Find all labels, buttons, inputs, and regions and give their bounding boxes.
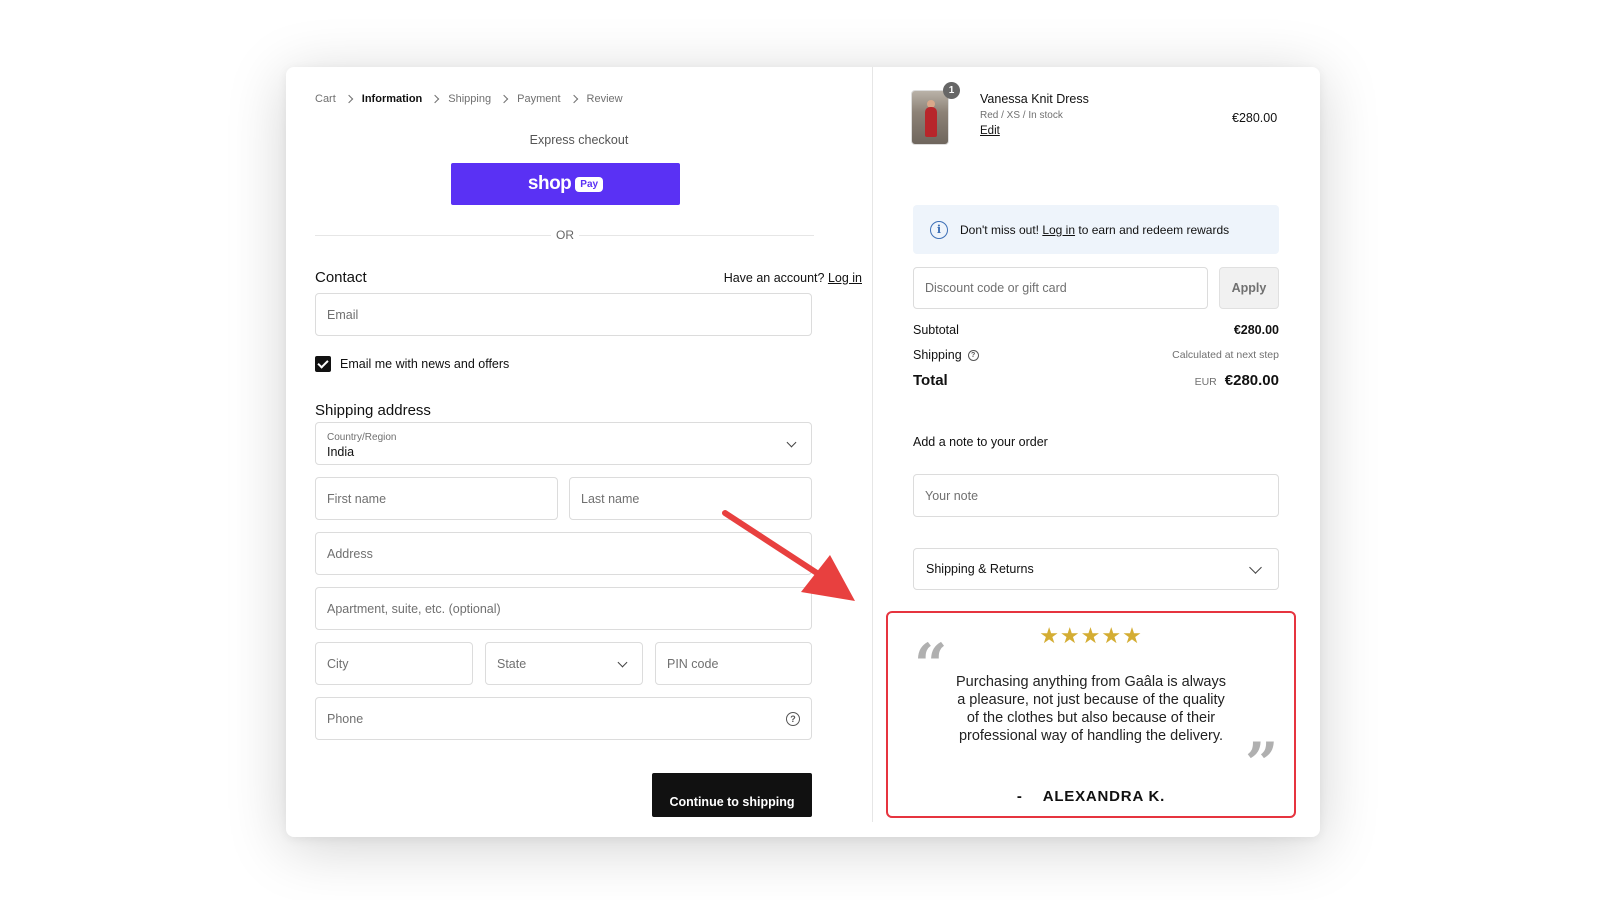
express-checkout-label: Express checkout bbox=[529, 133, 629, 147]
breadcrumb-cart[interactable]: Cart bbox=[315, 93, 336, 105]
chevron-right-icon bbox=[569, 94, 578, 104]
have-account: Have an account? Log in bbox=[724, 271, 862, 285]
email-field[interactable] bbox=[315, 293, 812, 336]
first-name-input[interactable] bbox=[327, 491, 557, 506]
product-name: Vanessa Knit Dress bbox=[980, 92, 1089, 106]
column-divider bbox=[872, 67, 873, 822]
chevron-right-icon bbox=[499, 94, 509, 104]
breadcrumb-information: Information bbox=[361, 93, 423, 105]
shipping-address-heading: Shipping address bbox=[315, 402, 431, 419]
newsletter-checkbox[interactable] bbox=[315, 356, 331, 372]
annotation-arrow-icon bbox=[722, 510, 855, 601]
help-icon[interactable]: ? bbox=[967, 349, 979, 361]
product-thumbnail bbox=[911, 90, 949, 145]
pin-field[interactable] bbox=[655, 642, 812, 685]
pay-pill: Pay bbox=[575, 176, 604, 192]
chevron-right-icon bbox=[431, 94, 440, 104]
city-field[interactable] bbox=[315, 642, 473, 685]
contact-heading: Contact bbox=[315, 269, 367, 286]
have-account-text: Have an account? bbox=[723, 271, 825, 285]
quote-close-icon: ” bbox=[1245, 730, 1279, 798]
rating-stars-icon: ★★★★★ bbox=[1039, 623, 1143, 648]
breadcrumb: Cart Information Shipping Payment Review bbox=[315, 93, 623, 105]
order-note-field[interactable] bbox=[913, 474, 1279, 517]
newsletter-label: Email me with news and offers bbox=[340, 357, 510, 371]
shipping-value: Calculated at next step bbox=[1172, 349, 1279, 361]
country-select[interactable]: Country/Region India bbox=[315, 422, 812, 465]
testimonial-card: ★★★★★ “ Purchasing anything from Gaâla i… bbox=[886, 611, 1296, 818]
info-icon: i bbox=[930, 220, 948, 239]
subtotal-label: Subtotal bbox=[913, 323, 959, 337]
chevron-down-icon bbox=[786, 437, 797, 448]
shipping-label: Shipping bbox=[913, 348, 962, 362]
chevron-right-icon bbox=[344, 94, 354, 104]
order-note-label: Add a note to your order bbox=[913, 435, 1048, 449]
subtotal-value: €280.00 bbox=[1233, 323, 1279, 337]
phone-field[interactable]: ? bbox=[315, 697, 812, 740]
discount-input[interactable] bbox=[925, 281, 1207, 295]
product-edit-link[interactable]: Edit bbox=[980, 125, 1000, 137]
total-row-value: EUR €280.00 bbox=[1195, 372, 1279, 389]
review-author: - ALEXANDRA K. bbox=[888, 788, 1294, 805]
shipping-returns-accordion[interactable]: Shipping & Returns bbox=[913, 548, 1279, 590]
breadcrumb-payment: Payment bbox=[517, 93, 561, 105]
last-name-input[interactable] bbox=[581, 491, 811, 506]
help-icon[interactable]: ? bbox=[786, 712, 800, 726]
order-note-input[interactable] bbox=[925, 488, 1278, 503]
red-dress bbox=[925, 107, 937, 137]
rewards-suffix: to earn and redeem rewards bbox=[1078, 222, 1230, 237]
accordion-label: Shipping & Returns bbox=[926, 562, 1034, 576]
author-dash: - bbox=[1016, 788, 1023, 805]
email-input[interactable] bbox=[327, 307, 811, 322]
breadcrumb-review: Review bbox=[586, 93, 623, 105]
author-name: ALEXANDRA K. bbox=[1042, 788, 1166, 805]
breadcrumb-shipping: Shipping bbox=[448, 93, 492, 105]
contact-login-link[interactable]: Log in bbox=[828, 271, 862, 285]
shipping-row-label: Shipping ? bbox=[913, 348, 979, 362]
chevron-down-icon bbox=[617, 657, 628, 668]
city-input[interactable] bbox=[327, 656, 472, 671]
total-value: €280.00 bbox=[1224, 372, 1279, 389]
rewards-prefix: Don't miss out! bbox=[960, 222, 1039, 237]
product-price: €280.00 bbox=[1232, 111, 1278, 125]
quantity-badge: 1 bbox=[943, 82, 960, 99]
discount-field[interactable] bbox=[913, 267, 1208, 309]
pin-input[interactable] bbox=[667, 656, 811, 671]
country-value: India bbox=[327, 445, 355, 459]
rewards-banner: i Don't miss out! Log in to earn and red… bbox=[913, 205, 1279, 254]
apply-button[interactable]: Apply bbox=[1219, 267, 1279, 309]
review-text: Purchasing anything from Gaâla is always… bbox=[956, 674, 1226, 744]
continue-to-shipping-button[interactable]: Continue to shipping bbox=[652, 773, 812, 817]
product-variant: Red / XS / In stock bbox=[980, 110, 1063, 121]
currency-code: EUR bbox=[1194, 376, 1217, 388]
country-label: Country/Region bbox=[327, 432, 397, 443]
chevron-down-icon bbox=[1249, 561, 1262, 574]
state-placeholder: State bbox=[497, 656, 527, 671]
phone-input[interactable] bbox=[327, 711, 811, 726]
state-select[interactable]: State bbox=[485, 642, 643, 685]
quote-open-icon: “ bbox=[914, 631, 948, 699]
total-label: Total bbox=[913, 372, 948, 389]
shop-pay-button[interactable]: shop Pay bbox=[451, 163, 680, 205]
or-text: OR bbox=[551, 228, 579, 242]
first-name-field[interactable] bbox=[315, 477, 558, 520]
rewards-login-link[interactable]: Log in bbox=[1042, 223, 1075, 237]
shop-pay-wordmark: shop bbox=[527, 173, 572, 194]
